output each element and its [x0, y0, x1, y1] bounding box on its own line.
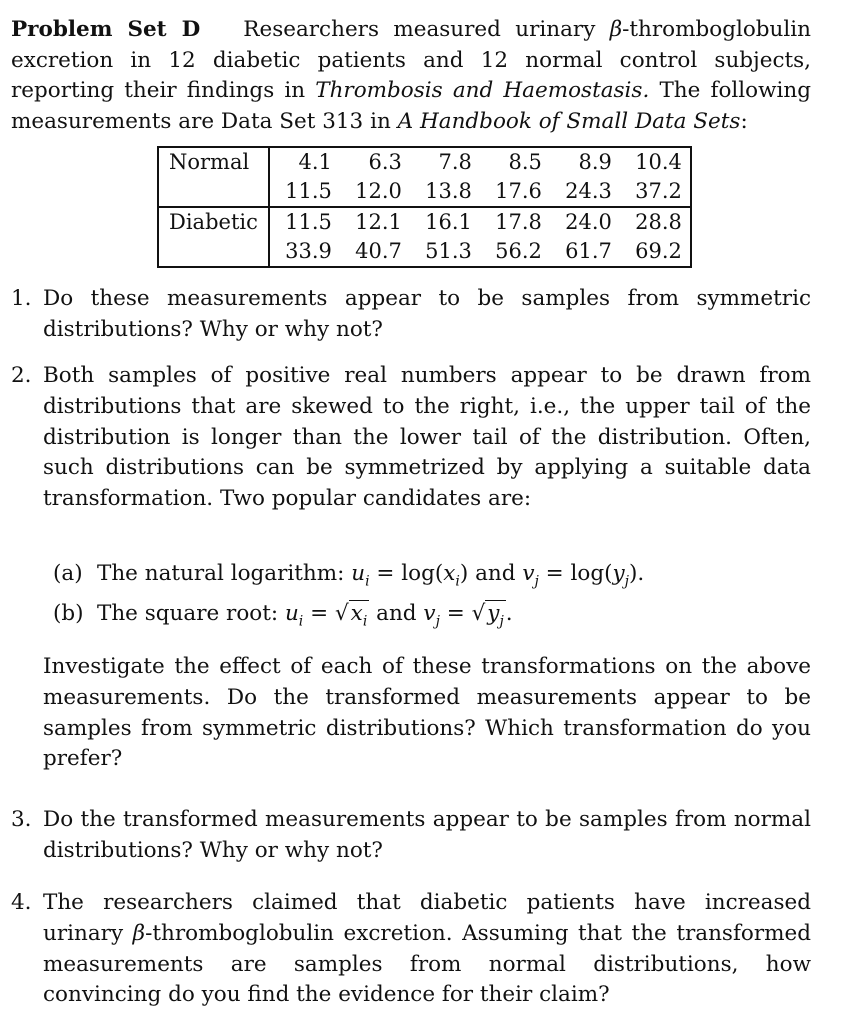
- subitem-text: and: [468, 560, 523, 586]
- measurement-cell: 28.8: [635, 209, 682, 234]
- measurement-cell: 13.8: [409, 176, 480, 208]
- math-var: y: [612, 560, 625, 586]
- measurement-cell: 24.3: [549, 176, 620, 208]
- subitem-text: The natural logarithm:: [97, 560, 352, 586]
- math-var: v: [522, 560, 535, 586]
- measurement-cell: 4.1: [298, 149, 332, 174]
- subitem-text: The square root:: [97, 601, 285, 627]
- question-1: 1. Do these measurements appear to be sa…: [11, 284, 811, 345]
- measurement-cell: 11.5: [268, 176, 340, 208]
- table-row: Normal 4.1 6.3 7.8 8.5 8.9 10.4: [158, 146, 691, 177]
- group-label: Normal: [158, 146, 270, 177]
- math-op: = log(: [369, 560, 444, 586]
- math-op: = log(: [538, 560, 613, 586]
- math-var: u: [284, 601, 299, 627]
- math-op: =: [439, 601, 472, 627]
- table-row: Diabetic 11.5 12.1 16.1 17.8 24.0 28.8: [158, 206, 691, 237]
- problem-set-page: Problem Set D Researchers measured urina…: [11, 15, 811, 1011]
- table-row: 33.9 40.7 51.3 56.2 61.7 69.2: [158, 236, 691, 267]
- question-number: 1.: [11, 285, 32, 311]
- beta-symbol: β: [132, 921, 146, 947]
- math-var: y: [487, 601, 500, 627]
- measurement-cell: 8.5: [508, 149, 542, 174]
- math-var: x: [443, 560, 456, 586]
- problem-heading: Problem Set D: [11, 17, 201, 42]
- intro-text: :: [740, 109, 748, 135]
- measurement-cell: 8.9: [578, 149, 612, 174]
- group-label: [158, 236, 270, 267]
- math-var: x: [350, 601, 363, 627]
- question-followup: Investigate the effect of each of these …: [43, 654, 811, 772]
- question-number: 2.: [11, 363, 32, 389]
- intro-paragraph: Problem Set D Researchers measured urina…: [11, 15, 811, 138]
- math-var: v: [423, 601, 436, 627]
- measurement-cell: 17.8: [495, 209, 542, 234]
- question-text: Do the transformed measurements appear t…: [43, 806, 811, 863]
- measurement-cell: 10.4: [635, 149, 682, 174]
- measurement-cell: 24.0: [565, 209, 612, 234]
- measurement-cell: 12.0: [339, 176, 410, 208]
- subitem-label: (b): [53, 601, 84, 627]
- question-4: 4. The researchers claimed that diabetic…: [11, 888, 811, 1011]
- measurement-cell: 33.9: [285, 238, 332, 263]
- subitem-a: (a) The natural logarithm: ui = log(xi) …: [43, 559, 811, 590]
- measurement-cell: 61.7: [565, 238, 612, 263]
- subitem-label: (a): [53, 560, 83, 586]
- measurement-cell: 37.2: [619, 176, 691, 208]
- question-3: 3. Do the transformed measurements appea…: [11, 805, 811, 866]
- measurement-cell: 69.2: [635, 238, 682, 263]
- measurements-table: Normal 4.1 6.3 7.8 8.5 8.9 10.4 11.5 12.0 13.8 17.…: [157, 145, 692, 268]
- intro-text: Researchers measured urinary: [243, 17, 610, 42]
- group-label: [158, 176, 270, 208]
- question-text-part: -thromboglobulin excretion. Assuming tha…: [43, 921, 811, 1008]
- group-label: Diabetic: [158, 206, 270, 237]
- measurement-cell: 56.2: [495, 238, 542, 263]
- subitem-b: (b) The square root: u i = √xi and v j = √…: [43, 599, 811, 630]
- sqrt-symbol: √xi: [334, 600, 370, 630]
- math-op: ).: [629, 560, 645, 586]
- math-op: =: [303, 601, 335, 627]
- math-op: .: [505, 601, 513, 627]
- book-title: A Handbook of Small Data Sets: [397, 109, 741, 135]
- question-2: 2. Both samples of positive real numbers…: [11, 361, 811, 775]
- measurement-cell: 17.6: [479, 176, 550, 208]
- measurement-cell: 51.3: [425, 238, 472, 263]
- question-text: Do these measurements appear to be sampl…: [43, 285, 811, 342]
- question-text: Both samples of positive real numbers ap…: [43, 363, 811, 512]
- table-row: 11.5 12.0 13.8 17.6 24.3 37.2: [158, 176, 691, 208]
- math-op: ): [459, 560, 469, 586]
- question-number: 3.: [11, 806, 32, 832]
- measurement-cell: 11.5: [285, 209, 332, 234]
- question-text: The researchers claimed that diabetic pa…: [43, 888, 811, 1011]
- measurement-cell: 40.7: [355, 238, 402, 263]
- question-number: 4.: [11, 890, 32, 916]
- measurement-cell: 6.3: [368, 149, 402, 174]
- beta-symbol: β: [609, 17, 623, 42]
- measurement-cell: 12.1: [355, 209, 402, 234]
- measurement-cell: 16.1: [425, 209, 472, 234]
- sqrt-symbol: √yj: [471, 600, 506, 630]
- math-sub: i: [362, 613, 368, 630]
- math-sub: j: [499, 613, 504, 630]
- subitem-text: and: [369, 601, 424, 627]
- math-var: u: [351, 560, 366, 586]
- measurement-cell: 7.8: [438, 149, 472, 174]
- journal-title: Thrombosis and Haemostasis.: [315, 78, 650, 104]
